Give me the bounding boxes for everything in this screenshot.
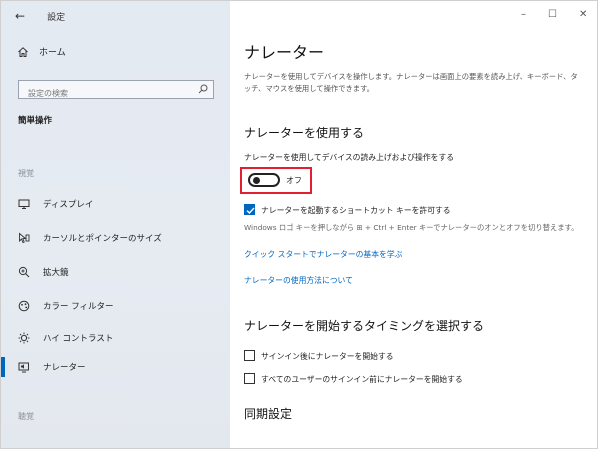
close-button[interactable]: ✕: [579, 9, 587, 20]
sidebar-item-label: ハイ コントラスト: [43, 334, 114, 344]
color-filter-icon: [18, 300, 30, 312]
home-label: ホーム: [39, 48, 66, 58]
cursor-icon: [19, 232, 30, 244]
quickstart-link[interactable]: クイック スタートでナレーターの基本を学ぶ: [244, 249, 402, 260]
shortcut-key-checkbox[interactable]: [244, 204, 255, 215]
toggle-state-label: オフ: [286, 176, 302, 185]
shortcut-hint-text: Windows ロゴ キーを押しながら ⊞ + Ctrl + Enter キーで…: [244, 223, 579, 232]
sidebar-item-label: ディスプレイ: [43, 200, 94, 210]
window-title: 設定: [47, 12, 66, 23]
page-title: ナレーター: [244, 43, 325, 62]
section-title-start-timing: ナレーターを開始するタイミングを選択する: [244, 319, 485, 333]
main-content: – ☐ ✕ ナレーター ナレーターを使用してデバイスを操作します。ナレーターは画…: [230, 1, 597, 448]
active-indicator: [1, 357, 5, 377]
start-before-signin-checkbox[interactable]: [244, 373, 255, 384]
sidebar-item-label: 拡大鏡: [43, 268, 69, 278]
sidebar-item-color-filter[interactable]: カラー フィルター: [18, 297, 114, 315]
minimize-button[interactable]: –: [521, 9, 526, 20]
home-icon: [18, 46, 28, 57]
sidebar-item-magnifier[interactable]: 拡大鏡: [18, 263, 69, 281]
category-title: 簡単操作: [18, 116, 53, 126]
shortcut-key-label: ナレーターを起動するショートカット キーを許可する: [261, 206, 451, 215]
sidebar-item-display[interactable]: ディスプレイ: [18, 195, 93, 213]
high-contrast-icon: [18, 332, 30, 344]
magnifier-icon: [18, 266, 30, 278]
search-icon[interactable]: [198, 84, 208, 94]
section-title-use-narrator: ナレーターを使用する: [244, 126, 365, 140]
back-arrow-icon[interactable]: ←: [15, 9, 25, 23]
checkmark-icon: [246, 207, 255, 215]
sidebar-item-label: カーソルとポインターのサイズ: [43, 234, 162, 244]
maximize-button[interactable]: ☐: [548, 9, 557, 20]
narrator-icon: [18, 362, 29, 373]
narrator-toggle-switch[interactable]: [248, 173, 280, 187]
narrator-howto-link[interactable]: ナレーターの使用方法について: [244, 275, 353, 286]
display-icon: [18, 199, 30, 209]
sidebar: ← 設定 ホーム 簡単操作 視覚 ディスプレイ: [1, 1, 230, 448]
settings-window: ← 設定 ホーム 簡単操作 視覚 ディスプレイ: [0, 0, 598, 449]
sidebar-item-label: ナレーター: [43, 363, 86, 373]
toggle-knob: [253, 177, 260, 184]
narrator-toggle-label: ナレーターを使用してデバイスの読み上げおよび操作をする: [244, 153, 455, 162]
settings-search-input[interactable]: [19, 85, 198, 102]
start-after-signin-checkbox[interactable]: [244, 350, 255, 361]
sidebar-item-high-contrast[interactable]: ハイ コントラスト: [18, 329, 113, 347]
settings-search-box[interactable]: [18, 80, 214, 102]
sidebar-item-narrator[interactable]: ナレーター: [18, 358, 86, 376]
group-label-hearing: 聴覚: [18, 412, 34, 421]
sidebar-item-home[interactable]: ホーム: [17, 45, 66, 58]
sidebar-item-label: カラー フィルター: [43, 302, 114, 312]
group-label-vision: 視覚: [18, 169, 34, 178]
sidebar-item-cursor[interactable]: カーソルとポインターのサイズ: [18, 229, 162, 247]
title-row: ← 設定: [15, 7, 65, 25]
start-before-signin-label: すべてのユーザーのサインイン前にナレーターを開始する: [261, 375, 463, 384]
start-after-signin-label: サインイン後にナレーターを開始する: [261, 352, 394, 361]
section-title-sync-settings: 同期設定: [244, 407, 293, 421]
page-description: ナレーターを使用してデバイスを操作します。ナレーターは画面上の要素を読み上げ、キ…: [244, 72, 578, 93]
